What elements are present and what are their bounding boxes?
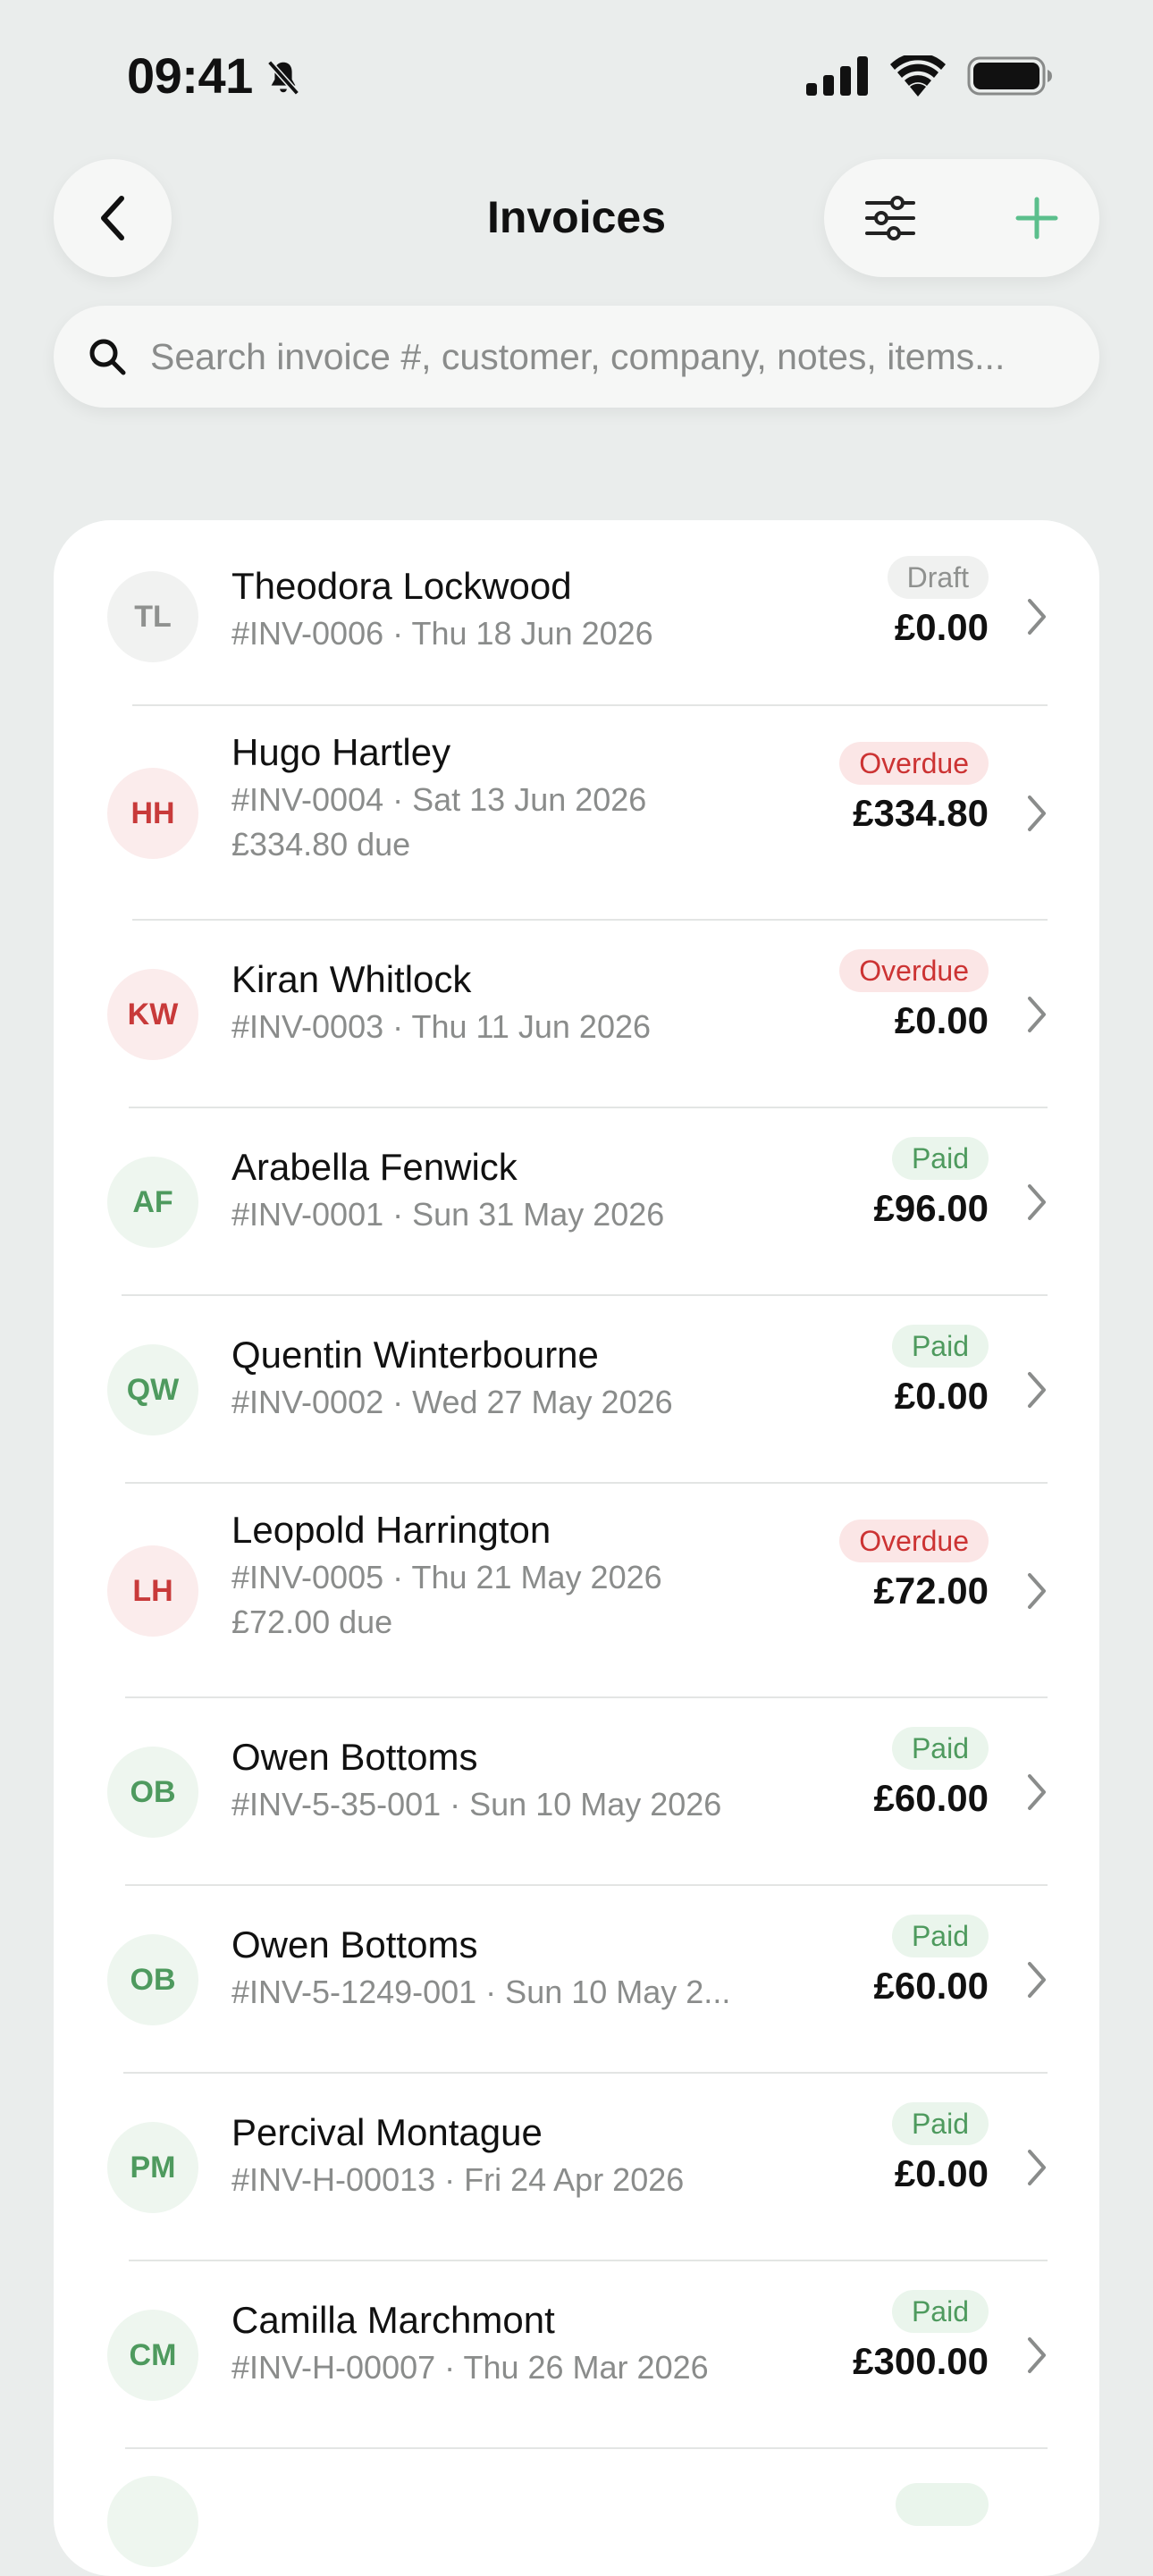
invoice-amount: £0.00 xyxy=(894,1375,989,1417)
chevron-right-icon xyxy=(1028,997,1046,1032)
invoice-row[interactable] xyxy=(54,2451,1099,2567)
chevron-right-icon xyxy=(1028,1184,1046,1220)
invoice-amount: £0.00 xyxy=(894,999,989,1041)
customer-avatar xyxy=(107,2476,198,2567)
customer-name: Theodora Lockwood xyxy=(231,565,572,607)
customer-avatar: OB xyxy=(107,1934,198,2025)
invoice-amount: £334.80 xyxy=(853,792,989,834)
customer-name: Owen Bottoms xyxy=(231,1924,478,1966)
invoice-meta: #INV-0006 · Thu 18 Jun 2026 xyxy=(231,615,653,652)
invoice-meta: #INV-0004 · Sat 13 Jun 2026 xyxy=(231,781,647,818)
invoice-meta: #INV-0005 · Thu 21 May 2026 xyxy=(231,1559,662,1595)
status-badge: Paid xyxy=(891,1915,989,1957)
cellular-signal-icon xyxy=(806,56,868,96)
customer-avatar: AF xyxy=(107,1157,198,1248)
invoice-row[interactable]: KW Kiran Whitlock #INV-0003 · Thu 11 Jun 2… xyxy=(54,921,1099,1108)
invoice-row[interactable]: OB Owen Bottoms #INV-5-35-001 · Sun 10 May… xyxy=(54,1698,1099,1886)
invoice-meta: #INV-0001 · Sun 31 May 2026 xyxy=(231,1196,665,1233)
chevron-right-icon xyxy=(1028,796,1046,831)
invoice-meta: #INV-H-00013 · Fri 24 Apr 2026 xyxy=(231,2161,685,2198)
customer-name: Arabella Fenwick xyxy=(231,1146,518,1188)
invoice-meta: #INV-0002 · Wed 27 May 2026 xyxy=(231,1384,673,1420)
invoice-meta: #INV-0003 · Thu 11 Jun 2026 xyxy=(231,1008,652,1045)
chevron-right-icon xyxy=(1028,599,1046,635)
search-input[interactable] xyxy=(148,334,1081,379)
customer-name: Kiran Whitlock xyxy=(231,958,472,1000)
status-badge: Paid xyxy=(891,2102,989,2145)
add-invoice-button[interactable] xyxy=(1001,182,1073,254)
chevron-right-icon xyxy=(1028,1774,1046,1810)
chevron-right-icon xyxy=(1028,2150,1046,2185)
customer-avatar: TL xyxy=(107,571,198,662)
search-bar xyxy=(54,306,1099,408)
customer-avatar: KW xyxy=(107,969,198,1060)
status-bar: 09:41 xyxy=(0,0,1153,152)
invoice-amount: £60.00 xyxy=(873,1965,989,2007)
invoice-row[interactable]: PM Percival Montague #INV-H-00013 · Fri 24… xyxy=(54,2074,1099,2261)
sliders-icon xyxy=(865,196,915,240)
customer-avatar: LH xyxy=(107,1545,198,1637)
status-badge: Overdue xyxy=(839,949,989,992)
invoice-amount: £72.00 xyxy=(873,1570,989,1612)
invoice-row[interactable]: CM Camilla Marchmont #INV-H-00007 · Thu 26… xyxy=(54,2261,1099,2449)
invoice-meta: #INV-5-35-001 · Sun 10 May 2026 xyxy=(231,1786,722,1823)
customer-avatar: QW xyxy=(107,1344,198,1435)
search-icon xyxy=(89,339,126,375)
customer-name: Percival Montague xyxy=(231,2111,543,2153)
status-badge: Paid xyxy=(891,1325,989,1368)
row-divider xyxy=(125,2447,1048,2449)
invoice-amount: £60.00 xyxy=(873,1777,989,1819)
chevron-right-icon xyxy=(1028,2337,1046,2373)
invoice-row[interactable]: QW Quentin Winterbourne #INV-0002 · Wed 27… xyxy=(54,1296,1099,1484)
invoice-row[interactable]: HH Hugo Hartley #INV-0004 · Sat 13 Jun 202… xyxy=(54,706,1099,921)
battery-icon xyxy=(967,56,1052,96)
status-badge: Paid xyxy=(891,2290,989,2333)
customer-name: Owen Bottoms xyxy=(231,1736,478,1778)
invoice-meta: #INV-5-1249-001 · Sun 10 May 2... xyxy=(231,1974,731,2010)
customer-name: Quentin Winterbourne xyxy=(231,1334,599,1376)
status-badge: Draft xyxy=(887,556,989,599)
status-badge: Overdue xyxy=(839,742,989,785)
status-icons xyxy=(806,55,1053,97)
chevron-right-icon xyxy=(1028,1962,1046,1998)
invoice-row[interactable]: AF Arabella Fenwick #INV-0001 · Sun 31 May… xyxy=(54,1108,1099,1296)
customer-avatar: PM xyxy=(107,2122,198,2213)
customer-name: Leopold Harrington xyxy=(231,1509,551,1551)
header-actions xyxy=(824,159,1099,277)
status-badge: Paid xyxy=(891,1137,989,1180)
customer-name: Hugo Hartley xyxy=(231,731,451,773)
invoice-row[interactable]: OB Owen Bottoms #INV-5-1249-001 · Sun 10 M… xyxy=(54,1886,1099,2074)
invoice-row[interactable]: TL Theodora Lockwood #INV-0006 · Thu 18 Ju… xyxy=(54,527,1099,706)
invoice-list: TL Theodora Lockwood #INV-0006 · Thu 18 Ju… xyxy=(54,520,1099,2576)
chevron-right-icon xyxy=(1028,1372,1046,1408)
status-badge: Paid xyxy=(891,1727,989,1770)
customer-avatar: HH xyxy=(107,768,198,859)
status-badge: Overdue xyxy=(839,1520,989,1562)
amount-due: £334.80 due xyxy=(231,826,411,863)
customer-avatar: OB xyxy=(107,1747,198,1838)
amount-due: £72.00 due xyxy=(231,1604,393,1640)
status-badge xyxy=(896,2483,989,2526)
invoice-amount: £96.00 xyxy=(873,1187,989,1229)
invoice-amount: £300.00 xyxy=(853,2340,989,2382)
chevron-right-icon xyxy=(1028,1573,1046,1609)
customer-avatar: CM xyxy=(107,2310,198,2401)
customer-name: Camilla Marchmont xyxy=(231,2299,555,2341)
invoice-amount: £0.00 xyxy=(894,606,989,648)
invoice-meta: #INV-H-00007 · Thu 26 Mar 2026 xyxy=(231,2349,709,2386)
wifi-icon xyxy=(890,55,946,97)
plus-icon xyxy=(1015,197,1058,240)
invoice-amount: £0.00 xyxy=(894,2152,989,2194)
bell-muted-icon xyxy=(267,60,299,96)
status-time: 09:41 xyxy=(127,47,253,104)
filter-button[interactable] xyxy=(854,182,926,254)
invoice-row[interactable]: LH Leopold Harrington #INV-0005 · Thu 21 M… xyxy=(54,1484,1099,1698)
